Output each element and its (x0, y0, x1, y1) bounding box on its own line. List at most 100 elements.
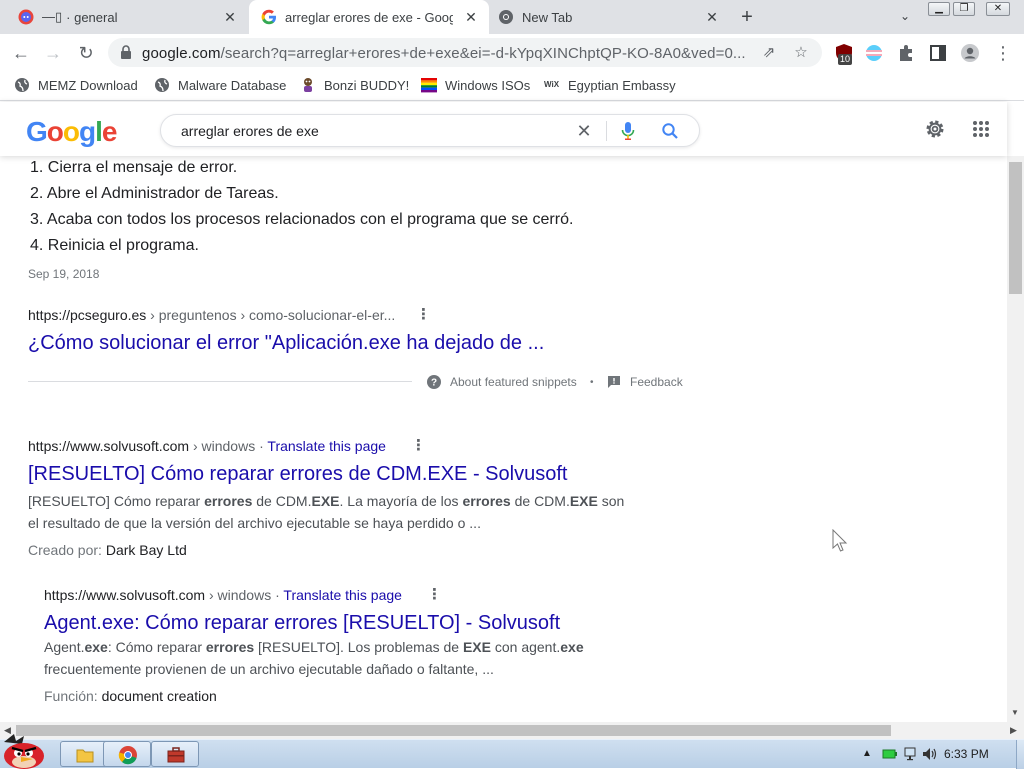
cite-host: https://www.solvusoft.com (28, 438, 190, 454)
translate-link[interactable]: Translate this page (267, 438, 386, 454)
share-icon[interactable]: ⇗ (760, 44, 778, 62)
close-icon[interactable]: ✕ (463, 9, 479, 25)
vertical-scrollbar[interactable]: ▼ (1007, 156, 1024, 722)
discord-tab-icon (18, 9, 34, 25)
search-box[interactable]: arreglar erores de exe ✕ (160, 114, 700, 147)
tab-strip: —▯ · general ✕ arreglar erores de exe - … (0, 0, 1024, 34)
logo-letter: o (62, 116, 80, 147)
url-text[interactable]: google.com/search?q=arreglar+erores+de+e… (142, 45, 756, 62)
bookmark-label: Windows ISOs (445, 77, 531, 93)
more-options-icon[interactable]: ⋮ (411, 438, 426, 454)
logo-letter: g (79, 116, 96, 147)
rainbow-flag-icon (421, 78, 437, 93)
flag-extension-icon[interactable] (864, 43, 884, 63)
browser-toolbar: ← → ↻ google.com/search?q=arreglar+erore… (0, 34, 1024, 71)
tab-speaker-icon: —▯ (42, 9, 63, 24)
battery-icon[interactable] (882, 747, 898, 761)
forward-arrow-icon[interactable]: → (41, 41, 65, 65)
search-results: 1. Cierra el mensaje de error. 2. Abre e… (0, 156, 1007, 722)
close-icon[interactable]: ✕ (704, 9, 720, 25)
profile-avatar-icon[interactable] (960, 43, 980, 63)
tab-google-search[interactable]: arreglar erores de exe - Google ✕ (249, 0, 489, 34)
taskbar-explorer-button[interactable] (60, 741, 108, 767)
url-path: /search?q=arreglar+erores+de+exe&ei=-d-k… (220, 45, 746, 62)
tab-title: · general (66, 9, 118, 25)
tab-general[interactable]: —▯ · general ✕ (0, 0, 248, 34)
search-input[interactable]: arreglar erores de exe (181, 123, 319, 139)
about-featured-snippets-link[interactable]: ? About featured snippets (427, 375, 577, 389)
new-tab-button[interactable]: + (736, 7, 758, 29)
reload-icon[interactable]: ↻ (74, 41, 98, 65)
network-icon[interactable] (904, 747, 920, 761)
bookmark-label: MEMZ Download (38, 77, 138, 93)
list-item: 3. Acaba con todos los procesos relacion… (30, 211, 574, 228)
list-item: 1. Cierra el mensaje de error. (30, 159, 238, 176)
featured-result-title[interactable]: ¿Cómo solucionar el error "Aplicación.ex… (28, 332, 544, 355)
taskbar-chrome-button[interactable] (103, 741, 151, 767)
more-options-icon[interactable]: ⋮ (416, 307, 431, 323)
taskbar-app-button[interactable] (151, 741, 199, 767)
extensions-puzzle-icon[interactable] (896, 43, 916, 63)
cite-path: › windows (205, 587, 272, 603)
result-cite[interactable]: https://www.solvusoft.com › windows · Tr… (44, 587, 402, 603)
logo-letter: G (26, 116, 48, 147)
address-bar[interactable]: google.com/search?q=arreglar+erores+de+e… (108, 38, 822, 67)
google-logo[interactable]: Google (26, 116, 117, 148)
minimize-button[interactable]: ▁ (928, 2, 950, 16)
result-cite[interactable]: https://www.solvusoft.com › windows · Tr… (28, 438, 386, 454)
feedback-link[interactable]: Feedback (607, 375, 683, 389)
restore-button[interactable]: ❐ (953, 2, 975, 16)
result-title[interactable]: [RESUELTO] Cómo reparar errores de CDM.E… (28, 463, 567, 486)
clear-icon[interactable]: ✕ (575, 121, 593, 141)
scroll-down-arrow-icon[interactable]: ▼ (1011, 708, 1019, 717)
tab-search-chevron-icon[interactable]: ⌄ (896, 9, 914, 25)
tray-expand-arrow-icon[interactable]: ▲ (862, 748, 872, 759)
chrome-menu-icon[interactable]: ⋮ (994, 42, 1012, 64)
list-item: 2. Abre el Administrador de Tareas. (30, 185, 279, 202)
bookmark-bonzi-buddy[interactable]: Bonzi BUDDY! (300, 77, 409, 93)
show-desktop-button[interactable] (1016, 740, 1024, 769)
translate-link[interactable]: Translate this page (283, 587, 402, 603)
settings-gear-icon[interactable] (924, 118, 946, 140)
snippet-date: Sep 19, 2018 (28, 267, 100, 281)
bonzi-icon (304, 78, 312, 92)
microphone-icon[interactable] (620, 121, 636, 141)
scrollbar-thumb[interactable] (16, 725, 891, 736)
close-icon[interactable]: ✕ (222, 9, 238, 25)
extension-badge: 10 (838, 54, 853, 65)
cite-host: https://pcseguro.es (28, 307, 147, 323)
scroll-right-arrow-icon[interactable]: ▶ (1010, 725, 1017, 736)
window-close-button[interactable]: ✕ (986, 2, 1010, 16)
mouse-cursor-icon (832, 529, 848, 552)
side-panel-icon[interactable] (928, 43, 948, 63)
cite-separator: · (255, 438, 268, 454)
back-arrow-icon[interactable]: ← (9, 41, 33, 65)
google-header: Google arreglar erores de exe ✕ (0, 102, 1007, 156)
apps-grid-icon[interactable] (972, 120, 990, 138)
search-icon[interactable] (661, 122, 679, 140)
cite-path: › windows (189, 438, 256, 454)
result-title[interactable]: Agent.exe: Cómo reparar errores [RESUELT… (44, 612, 560, 635)
bookmark-windows-isos[interactable]: Windows ISOs (421, 77, 530, 93)
bookmark-star-icon[interactable]: ☆ (792, 44, 810, 62)
chrome-icon (118, 746, 137, 765)
volume-icon[interactable] (922, 747, 938, 761)
result-snippet: [RESUELTO] Cómo reparar errores de CDM.E… (28, 493, 625, 531)
tab-new-tab[interactable]: New Tab ✕ (490, 0, 730, 34)
scrollbar-thumb[interactable] (1009, 162, 1022, 294)
bookmark-malware-database[interactable]: Malware Database (154, 77, 286, 93)
taskbar: ▲ 6:33 PM (0, 734, 1024, 769)
svg-text:?: ? (431, 378, 437, 389)
featured-cite[interactable]: https://pcseguro.es › preguntenos › como… (28, 307, 395, 323)
angry-bird-start-icon[interactable] (0, 732, 52, 769)
lock-icon (121, 45, 131, 59)
clock[interactable]: 6:33 PM (944, 747, 989, 761)
folder-icon (76, 749, 94, 763)
more-options-icon[interactable]: ⋮ (427, 587, 442, 603)
cite-host: https://www.solvusoft.com (44, 587, 206, 603)
bookmark-memz-download[interactable]: MEMZ Download (14, 77, 138, 93)
meta-value: Dark Bay Ltd (105, 542, 187, 558)
bookmarks-bar: MEMZ Download Malware Database Bonzi BUD… (0, 71, 1024, 101)
horizontal-scrollbar[interactable]: ◀ ▶ (0, 722, 1024, 739)
bookmark-egyptian-embassy[interactable]: WiX Egyptian Embassy (544, 77, 676, 93)
